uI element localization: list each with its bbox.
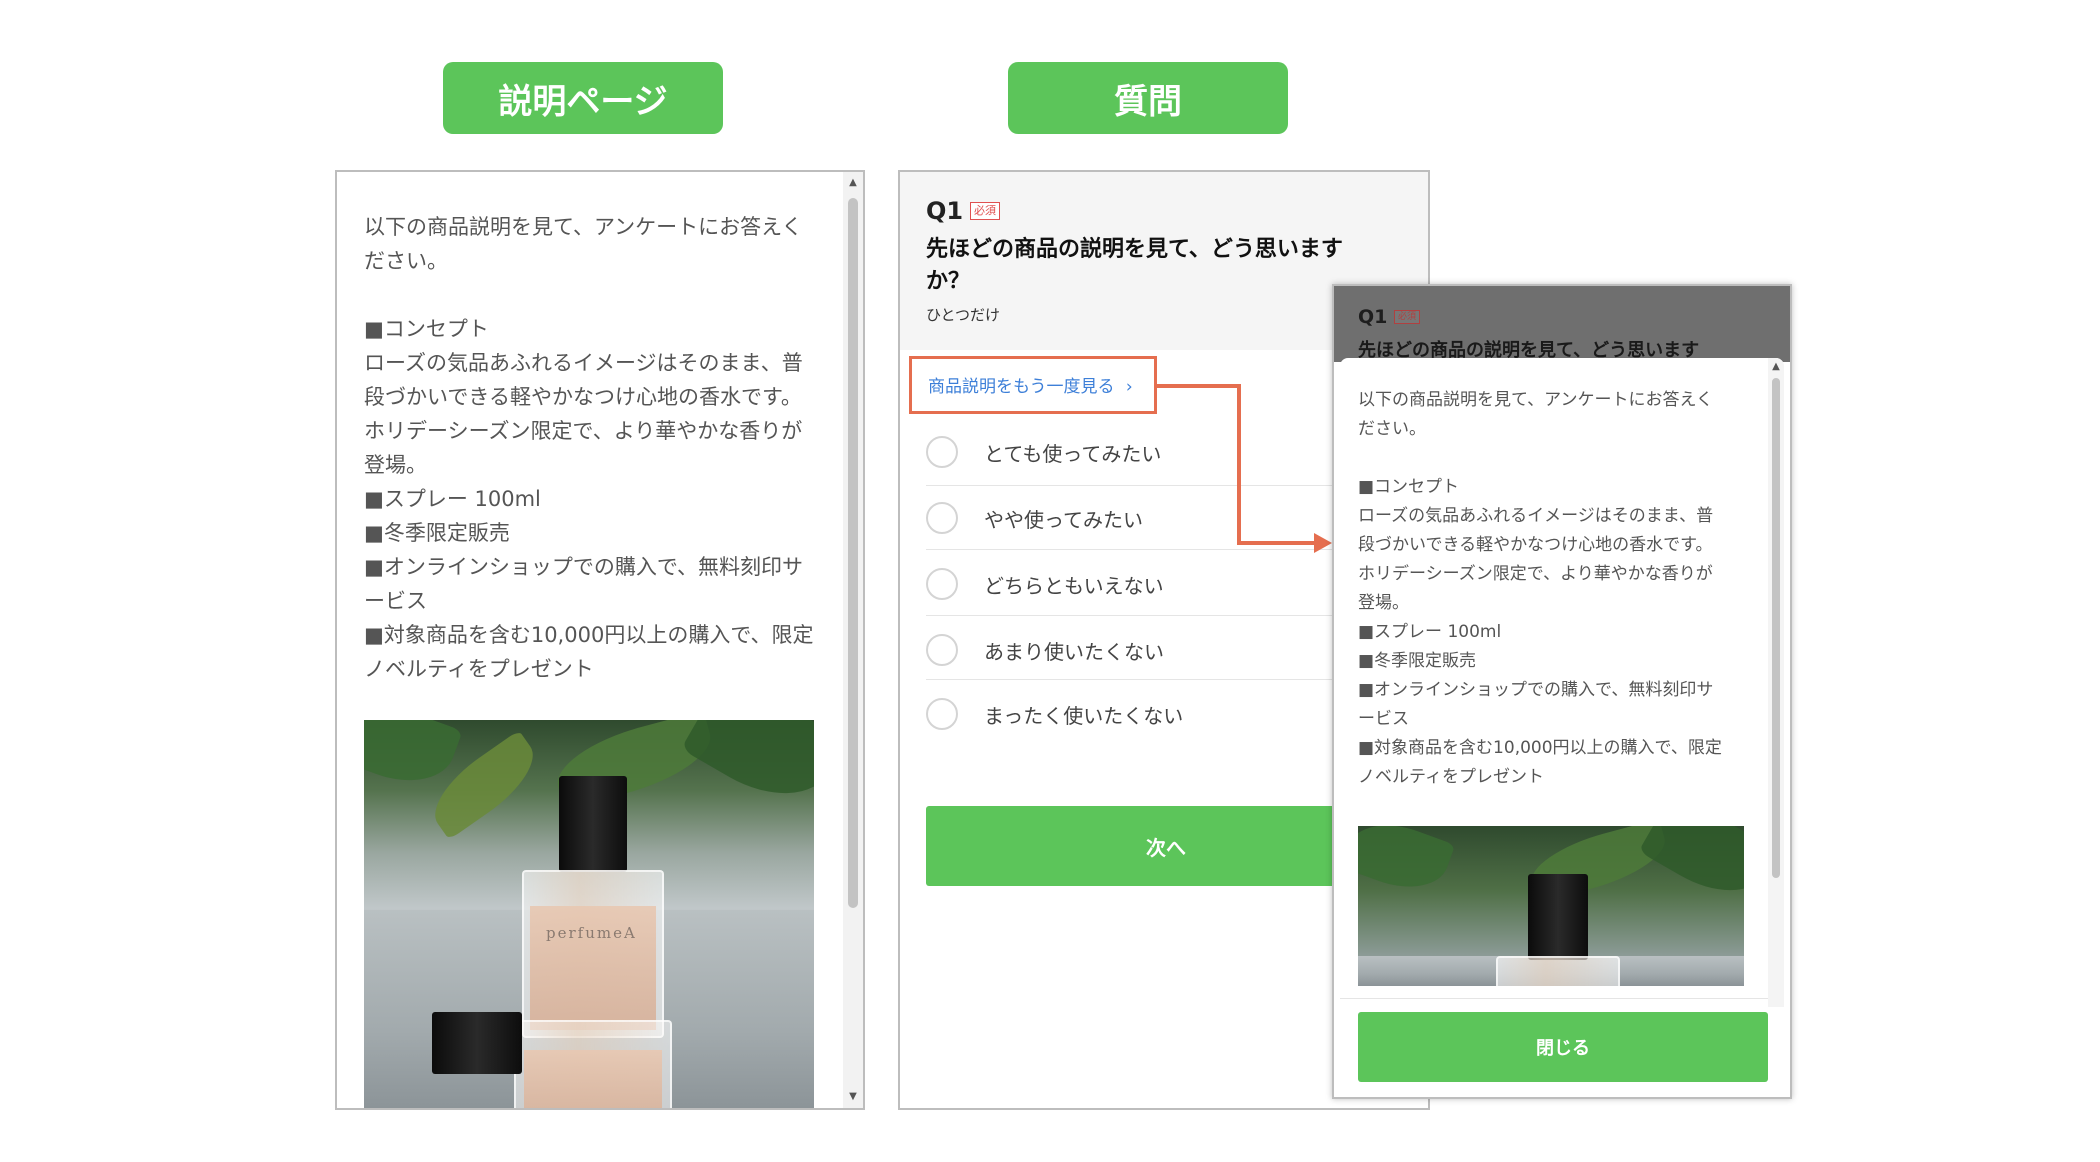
required-badge-dimmed: 必須 — [1394, 310, 1421, 324]
option-label: やや使ってみたい — [984, 508, 1143, 532]
scroll-thumb[interactable] — [848, 198, 858, 908]
option-label: どちらともいえない — [984, 574, 1164, 598]
scroll-up-arrow-icon[interactable]: ▲ — [1768, 360, 1784, 374]
radio-icon[interactable] — [926, 634, 958, 666]
option-label: あまり使いたくない — [984, 640, 1164, 664]
option-label: とても使ってみたい — [984, 442, 1162, 466]
connector-line-h1 — [1157, 384, 1241, 388]
question-subtitle: ひとつだけ — [926, 306, 1000, 324]
scroll-up-arrow-icon[interactable]: ▲ — [843, 176, 863, 190]
question-number: Q1 — [926, 197, 964, 225]
modal-scroll-thumb[interactable] — [1772, 378, 1780, 878]
modal-scrollbar[interactable]: ▲ — [1768, 358, 1784, 1007]
question-number-dimmed: Q1 — [1358, 306, 1388, 328]
description-scrollbar[interactable]: ▲ ▼ — [843, 172, 863, 1108]
radio-icon[interactable] — [926, 436, 958, 468]
option-label: まったく使いたくない — [984, 704, 1184, 728]
modal-content: 以下の商品説明を見て、アンケートにお答えく ださい。 ■コンセプト ローズの気品… — [1340, 358, 1784, 1097]
bottle-brand-text: perfumeA — [546, 924, 637, 942]
description-text: 以下の商品説明を見て、アンケートにお答えく ださい。 ■コンセプト ローズの気品… — [364, 215, 814, 681]
connector-line-h2 — [1237, 541, 1317, 545]
radio-icon[interactable] — [926, 568, 958, 600]
label-description-page: 説明ページ — [443, 62, 723, 134]
label-question: 質問 — [1008, 62, 1288, 134]
modal-product-photo — [1358, 826, 1744, 986]
arrow-right-icon — [1314, 533, 1332, 553]
review-link-highlight — [909, 356, 1157, 414]
description-page-panel: 以下の商品説明を見て、アンケートにお答えく ださい。 ■コンセプト ローズの気品… — [335, 170, 865, 1110]
radio-icon[interactable] — [926, 502, 958, 534]
required-badge: 必須 — [970, 202, 1000, 220]
radio-icon[interactable] — [926, 698, 958, 730]
scroll-down-arrow-icon[interactable]: ▼ — [843, 1090, 863, 1104]
modal-description-text: 以下の商品説明を見て、アンケートにお答えく ださい。 ■コンセプト ローズの気品… — [1358, 390, 1722, 787]
connector-line-v — [1237, 384, 1241, 545]
bottle-cap — [559, 776, 627, 872]
close-button[interactable]: 閉じる — [1358, 1012, 1768, 1082]
product-photo: perfumeA — [364, 720, 814, 1108]
modal-panel: Q1 必須 先ほどの商品の説明を見て、どう思います 以下の商品説明を見て、アンケ… — [1332, 284, 1792, 1099]
